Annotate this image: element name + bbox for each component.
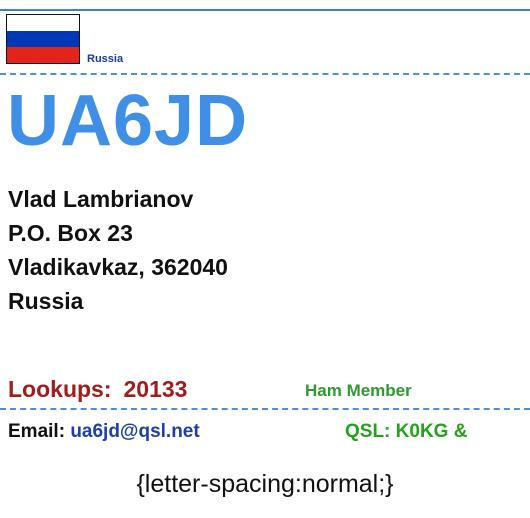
email-label: Email: [8, 421, 66, 442]
ham-member-badge: Ham Member [305, 381, 412, 400]
qsl-manager: QSL: K0KG & [345, 421, 468, 442]
russia-flag-icon [6, 14, 80, 64]
lookups-label: Lookups: [8, 376, 112, 402]
lookups-stat: Lookups: 20133 [8, 374, 187, 404]
address-line: P.O. Box 23 [8, 220, 133, 246]
callsign-heading: UA6JD [7, 81, 249, 161]
lookups-count: 20133 [123, 376, 188, 402]
email-row: Email: ua6jd@qsl.net [8, 419, 200, 445]
section-divider [0, 73, 530, 75]
page: Russia UA6JD Vlad Lambrianov P.O. Box 23… [0, 0, 530, 518]
top-border [0, 9, 530, 11]
css-snippet-text: {letter-spacing:normal;} [136, 470, 394, 498]
address-city: Vladikavkaz, 362040 [8, 254, 228, 280]
mailing-address: Vlad Lambrianov P.O. Box 23 Vladikavkaz,… [8, 182, 228, 318]
address-name: Vlad Lambrianov [8, 186, 194, 212]
section-divider [0, 408, 530, 410]
address-country: Russia [8, 288, 84, 314]
email-link[interactable]: ua6jd@qsl.net [70, 421, 199, 442]
country-label: Russia [87, 53, 124, 65]
